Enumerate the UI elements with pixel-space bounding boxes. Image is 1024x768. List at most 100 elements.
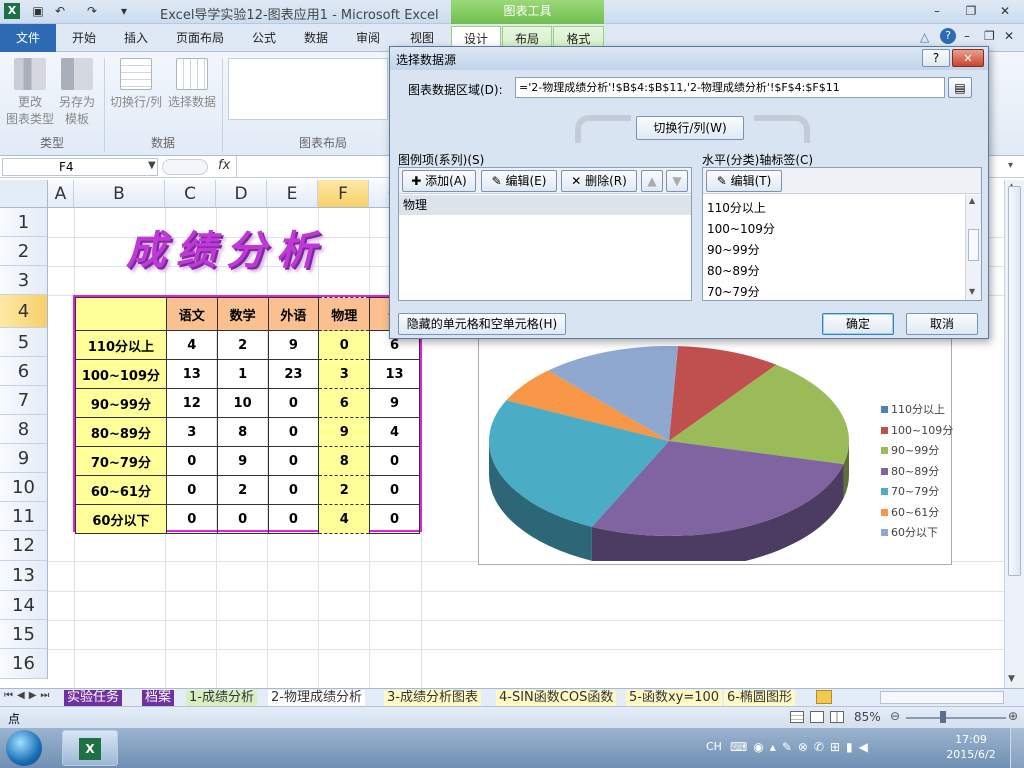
move-up-icon[interactable]: ▲: [641, 170, 663, 192]
axis-item[interactable]: 90~99分: [707, 241, 760, 258]
table-cell[interactable]: 0: [318, 330, 371, 360]
legend-entry[interactable]: 90~99分: [881, 442, 939, 458]
customize-qat-icon[interactable]: ▾: [116, 3, 132, 19]
legend-entry[interactable]: 100~109分: [881, 422, 953, 438]
scroll-thumb[interactable]: [968, 229, 979, 261]
dialog-help-button[interactable]: ?: [922, 49, 950, 67]
dialog-close-button[interactable]: ✕: [952, 49, 984, 67]
table-cell[interactable]: 60分以下: [75, 504, 167, 534]
row-header[interactable]: 7: [0, 386, 48, 415]
hidden-empty-cells-button[interactable]: 隐藏的单元格和空单元格(H): [398, 313, 566, 335]
table-cell[interactable]: 2: [216, 330, 269, 360]
table-cell[interactable]: 0: [216, 504, 269, 534]
table-cell[interactable]: 9: [216, 446, 269, 476]
scroll-down-icon[interactable]: ▼: [1008, 674, 1015, 684]
vertical-scrollbar[interactable]: ▲ ▼: [1004, 180, 1024, 688]
table-cell[interactable]: 0: [165, 504, 218, 534]
sheet-nav-icon[interactable]: ⏮◀▶⏭: [4, 690, 53, 701]
legend-entry[interactable]: 110分以上: [881, 401, 945, 417]
chart-layout-gallery[interactable]: [228, 58, 388, 120]
series-item[interactable]: 物理: [399, 195, 691, 215]
switch-row-column-button[interactable]: 切换行/列: [108, 58, 164, 111]
excel-app-icon[interactable]: X: [4, 3, 20, 19]
table-cell[interactable]: 110分以上: [75, 330, 167, 360]
clock-time[interactable]: 17:09: [944, 733, 998, 746]
table-cell[interactable]: 8: [318, 446, 371, 476]
table-cell[interactable]: 0: [267, 446, 320, 476]
show-desktop-button[interactable]: [1010, 728, 1024, 768]
table-cell[interactable]: 0: [267, 388, 320, 418]
delete-series-button[interactable]: ✕ 删除(R): [561, 170, 637, 192]
dialog-switch-row-column-button[interactable]: 切换行/列(W): [636, 116, 744, 140]
add-series-button[interactable]: ✚ 添加(A): [402, 170, 476, 192]
table-cell[interactable]: 0: [369, 504, 420, 534]
minimize-icon[interactable]: –: [926, 2, 948, 20]
row-header[interactable]: 13: [0, 561, 48, 591]
tray-icons[interactable]: ⌨◉▴✎⊗✆⊞▮◀: [730, 740, 874, 754]
clock-date[interactable]: 2015/6/2: [940, 748, 1002, 761]
table-cell[interactable]: 1: [216, 359, 269, 389]
sheet-tab[interactable]: 档案: [142, 690, 175, 706]
table-cell[interactable]: 9: [369, 388, 420, 418]
save-icon[interactable]: ▣: [30, 3, 46, 19]
row-header[interactable]: 15: [0, 620, 48, 649]
page-layout-view-icon[interactable]: [810, 711, 824, 723]
table-cell[interactable]: 23: [267, 359, 320, 389]
table-cell[interactable]: 90~99分: [75, 388, 167, 418]
table-cell[interactable]: 13: [369, 359, 420, 389]
axis-list-scrollbar[interactable]: ▲ ▼: [965, 195, 981, 300]
cancel-button[interactable]: 取消: [906, 313, 978, 335]
zoom-level[interactable]: 85%: [854, 710, 881, 724]
input-language[interactable]: CH: [706, 740, 722, 753]
tab-review[interactable]: 审阅: [348, 26, 388, 50]
insert-sheet-icon[interactable]: [816, 690, 832, 704]
help-icon[interactable]: ?: [940, 28, 956, 44]
tab-formulas[interactable]: 公式: [244, 26, 284, 50]
legend-entry[interactable]: 60分以下: [881, 524, 938, 540]
row-header[interactable]: 4: [0, 295, 48, 328]
column-header[interactable]: A: [48, 180, 74, 208]
column-header[interactable]: E: [267, 180, 318, 208]
ribbon-min-icon[interactable]: △: [920, 30, 929, 44]
normal-view-icon[interactable]: [790, 711, 804, 723]
table-cell[interactable]: 8: [216, 417, 269, 447]
edit-axis-button[interactable]: ✎ 编辑(T): [706, 170, 782, 192]
horizontal-scrollbar[interactable]: [880, 691, 1004, 704]
column-header[interactable]: B: [74, 180, 165, 208]
row-header[interactable]: 2: [0, 237, 48, 266]
table-header-cell[interactable]: 数学: [216, 297, 269, 331]
restore-icon[interactable]: ❐: [960, 2, 982, 20]
zoom-slider-thumb[interactable]: [940, 711, 946, 723]
axis-item[interactable]: 80~89分: [707, 262, 760, 279]
column-header[interactable]: F: [318, 180, 369, 208]
table-cell[interactable]: 80~89分: [75, 417, 167, 447]
table-cell[interactable]: 4: [165, 330, 218, 360]
select-all-corner[interactable]: [0, 180, 48, 208]
table-cell[interactable]: 3: [165, 417, 218, 447]
column-header[interactable]: D: [216, 180, 267, 208]
row-header[interactable]: 1: [0, 208, 48, 237]
tab-file[interactable]: 文件: [0, 24, 56, 52]
table-header-cell[interactable]: 语文: [165, 297, 218, 331]
table-cell[interactable]: 2: [318, 475, 371, 505]
table-cell[interactable]: 4: [369, 417, 420, 447]
formula-expand-icon[interactable]: ▾: [1008, 160, 1013, 171]
table-cell[interactable]: 0: [165, 446, 218, 476]
column-header[interactable]: C: [165, 180, 216, 208]
change-chart-type-button[interactable]: 更改 图表类型: [6, 58, 54, 128]
table-cell[interactable]: 2: [216, 475, 269, 505]
legend-entry[interactable]: 80~89分: [881, 463, 939, 479]
table-cell[interactable]: 100~109分: [75, 359, 167, 389]
row-header[interactable]: 8: [0, 415, 48, 444]
taskbar-excel-button[interactable]: X: [62, 730, 118, 766]
undo-icon[interactable]: ↶: [52, 3, 68, 19]
save-as-template-button[interactable]: 另存为 模板: [54, 58, 100, 128]
sheet-tab[interactable]: 3-成绩分析图表: [384, 690, 481, 706]
redo-icon[interactable]: ↷: [84, 3, 100, 19]
table-cell[interactable]: 0: [267, 504, 320, 534]
table-header-cell[interactable]: [75, 297, 167, 331]
row-header[interactable]: 14: [0, 591, 48, 620]
ok-button[interactable]: 确定: [822, 313, 894, 335]
table-cell[interactable]: 0: [267, 475, 320, 505]
table-header-cell[interactable]: 外语: [267, 297, 320, 331]
